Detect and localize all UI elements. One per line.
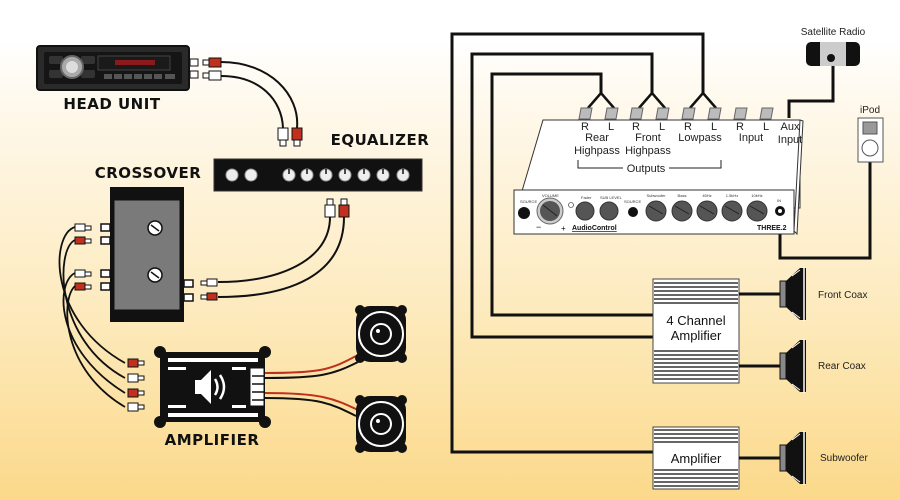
model-label: THREE.2 <box>757 225 787 232</box>
knob-title: 1.5kHz <box>726 193 738 198</box>
speaker-subwoofer <box>779 431 806 485</box>
svg-text:+: + <box>561 224 566 233</box>
speaker-rear-coax <box>779 339 806 393</box>
signal-wires <box>450 32 705 454</box>
rear-highpass-label: Rear <box>585 132 609 144</box>
processor-ports <box>578 107 774 120</box>
eq-knob <box>225 168 239 182</box>
knob-title: Bass <box>678 193 687 198</box>
speaker-front-coax <box>779 267 806 321</box>
head-unit <box>36 45 199 91</box>
svg-text:SOURCE: SOURCE <box>520 199 537 204</box>
front-highpass-label-2: Highpass <box>625 145 671 157</box>
aux-input-label-2: Input <box>778 134 802 146</box>
eq-band-knob <box>645 200 667 222</box>
crossover <box>100 187 194 322</box>
input-label: Input <box>739 132 763 144</box>
svg-text:SUB LEVEL: SUB LEVEL <box>600 195 623 200</box>
sub-amp-label: Amplifier <box>671 451 722 466</box>
eq-band-knob <box>746 200 768 222</box>
rear-highpass-label-2: Highpass <box>574 145 620 157</box>
port-channel-label: L <box>763 121 769 133</box>
head-unit-label: HEAD UNIT <box>63 95 160 113</box>
equalizer <box>213 158 423 192</box>
equalizer-label: EQUALIZER <box>331 131 430 149</box>
knob-title: 45Hz <box>702 193 711 198</box>
svg-text:IN: IN <box>777 198 781 203</box>
eq-band-knob <box>671 200 693 222</box>
eq-output-rca-plugs <box>324 198 350 218</box>
eq-knob <box>244 168 258 182</box>
amplifier-label: AMPLIFIER <box>165 431 260 449</box>
eq-band-knob <box>696 200 718 222</box>
satellite-radio-label: Satellite Radio <box>801 27 866 38</box>
four-channel-label: 4 Channel <box>666 313 725 328</box>
amplifier-rca-plugs <box>127 358 145 412</box>
satellite-radio <box>806 42 860 66</box>
four-channel-label-2: Amplifier <box>671 328 722 343</box>
aux-input-label: Aux <box>781 121 800 133</box>
eq-band-knob <box>721 200 743 222</box>
ipod-label: iPod <box>860 105 880 116</box>
round-speaker-top <box>355 305 407 363</box>
four-channel-amplifier: 4 Channel Amplifier <box>652 278 740 384</box>
front-highpass-label: Front <box>635 132 661 144</box>
svg-text:Fader: Fader <box>581 195 592 200</box>
audiocontrol-processor: RLRLRLRL Rear Highpass Front Highpass Lo… <box>513 107 804 236</box>
speaker-label-subwoofer: Subwoofer <box>820 453 868 464</box>
head-unit-rca-plugs <box>202 57 222 81</box>
lowpass-label: Lowpass <box>678 132 722 144</box>
svg-text:−: − <box>536 222 541 232</box>
crossover-label: CROSSOVER <box>95 164 202 182</box>
knob-title: 10kHz <box>751 193 762 198</box>
speaker-label-front-coax: Front Coax <box>818 290 867 301</box>
knob-title: Subwoofer <box>646 193 666 198</box>
amplifier-left <box>154 346 271 428</box>
wiring-diagram: HEAD UNIT EQUALIZER CROSSOVER AMPLIFIER … <box>36 27 884 490</box>
svg-text:VOLUME: VOLUME <box>542 193 559 198</box>
round-speaker-bottom <box>355 395 407 453</box>
svg-text:SOURCE: SOURCE <box>624 199 641 204</box>
brand-label: AudioControl <box>572 225 617 232</box>
ipod <box>857 117 884 163</box>
outputs-label: Outputs <box>627 163 666 175</box>
speaker-label-rear-coax: Rear Coax <box>818 361 866 372</box>
subwoofer-amplifier: Amplifier <box>652 426 740 490</box>
eq-input-rca-plugs <box>277 127 303 147</box>
